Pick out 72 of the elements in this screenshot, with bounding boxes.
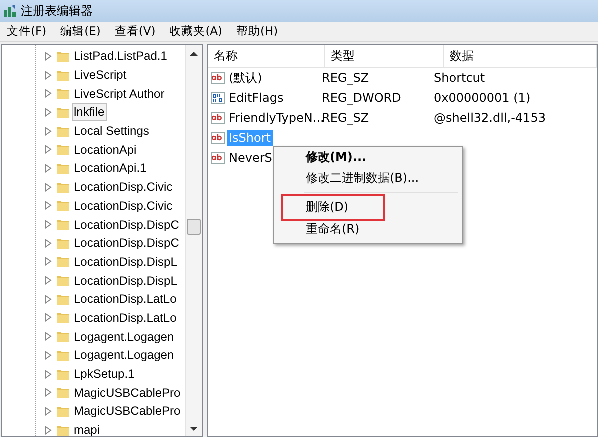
column-header[interactable]: 数据 [444, 45, 597, 67]
menu-item[interactable]: 重命名(R) [276, 219, 360, 240]
menu-item[interactable]: 查看(V) [108, 23, 163, 40]
folder-icon [56, 124, 70, 138]
table-cell-text: @shell32.dll,-4153 [433, 111, 546, 125]
tree-item[interactable]: LocationDisp.Civic [72, 196, 175, 215]
column-header[interactable]: 类型 [325, 45, 444, 67]
string-value-icon [211, 151, 225, 165]
string-value-icon [211, 111, 225, 125]
table-cell-text: 0x00000001 (1) [433, 91, 531, 105]
tree-item[interactable]: LiveScript Author [72, 84, 167, 103]
value-name[interactable]: (默认) [227, 68, 264, 88]
folder-icon [56, 50, 70, 63]
tree-item[interactable]: LocationApi [72, 140, 139, 159]
table-cell-text: REG_SZ [321, 71, 370, 85]
folder-icon [56, 236, 70, 250]
tree-item[interactable]: LocationDisp.DispL [72, 272, 180, 290]
folder-icon [56, 368, 70, 381]
folder-icon [56, 424, 70, 436]
folder-icon [56, 218, 70, 232]
folder-icon [56, 143, 70, 156]
tree-item[interactable]: Logagent.Logagen [72, 328, 176, 346]
folder-icon [56, 404, 70, 418]
column-header[interactable]: 名称 [208, 45, 325, 67]
folder-icon [56, 292, 70, 306]
folder-icon [56, 199, 70, 212]
tree-item[interactable]: Local Settings [72, 122, 152, 140]
scroll-down-icon[interactable] [190, 427, 198, 432]
menu-item[interactable]: 文件(F) [0, 23, 54, 40]
scrollbar-thumb[interactable] [187, 219, 201, 235]
tree-item[interactable]: MagicUSBCablePro [72, 384, 183, 402]
folder-icon [56, 162, 70, 175]
value-name[interactable]: EditFlags [227, 90, 286, 106]
menu-item[interactable]: 帮助(H) [230, 23, 286, 40]
menu-item[interactable]: 编辑(E) [54, 23, 108, 40]
binary-value-icon [211, 91, 225, 105]
tree-item[interactable]: LocationDisp.Civic [72, 178, 175, 196]
folder-icon [56, 348, 70, 362]
table-cell-text: Shortcut [433, 71, 486, 85]
scroll-up-icon[interactable] [190, 51, 198, 56]
tree-item[interactable]: LocationDisp.DispL [72, 252, 180, 271]
tree-item[interactable]: LocationDisp.LatLo [72, 308, 179, 327]
tree-item[interactable]: lnkfile [72, 103, 107, 122]
folder-icon [56, 386, 70, 400]
tree-item[interactable]: LocationDisp.DispC [72, 216, 182, 234]
tree-item[interactable]: LocationApi.1 [72, 159, 149, 178]
folder-icon [56, 274, 70, 288]
folder-icon [56, 68, 70, 82]
registry-icon [3, 4, 17, 18]
tree-item[interactable]: MagicUSBCablePro [72, 402, 183, 420]
menu-item[interactable]: 修改(M)... [276, 147, 367, 168]
tree-item[interactable]: LocationDisp.LatLo [72, 290, 179, 308]
scrollbar[interactable] [185, 45, 202, 436]
value-name[interactable]: NeverS [227, 150, 274, 166]
tree-item[interactable]: LiveScript [72, 66, 129, 84]
folder-icon [56, 180, 70, 194]
folder-icon [56, 255, 70, 268]
string-value-icon [211, 131, 225, 145]
menu-item[interactable]: 修改二进制数据(B)... [276, 168, 420, 189]
tree-item[interactable]: ListPad.ListPad.1 [72, 47, 170, 66]
string-value-icon [211, 71, 225, 85]
tree-item[interactable]: LpkSetup.1 [72, 365, 137, 384]
folder-icon [56, 106, 70, 119]
tree-item[interactable]: LocationDisp.DispC [72, 234, 182, 252]
folder-icon [56, 311, 70, 324]
folder-icon [56, 330, 70, 344]
menu-item[interactable]: 删除(D) [283, 196, 383, 219]
tree-item[interactable]: Logagent.Logagen [72, 346, 176, 364]
menu-item[interactable]: 收藏夹(A) [162, 23, 230, 40]
folder-icon [56, 87, 70, 100]
table-cell-text: REG_DWORD [321, 91, 402, 105]
window-title: 注册表编辑器 [21, 2, 93, 20]
